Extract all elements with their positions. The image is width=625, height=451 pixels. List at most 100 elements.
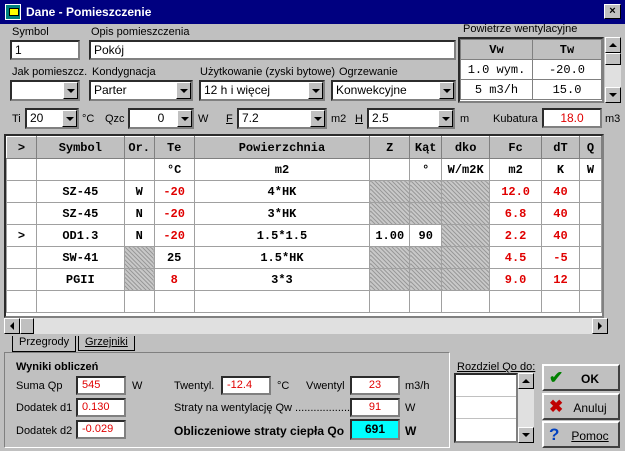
- vent-tw-1[interactable]: -20.0: [532, 59, 602, 80]
- vent-tw-2[interactable]: 15.0: [532, 79, 602, 100]
- uzyt-select[interactable]: 12 h i więcej: [199, 80, 325, 101]
- scroll-down-icon[interactable]: [518, 427, 534, 443]
- table-row[interactable]: PGII 8 3*3 9.0 12: [6, 268, 602, 291]
- row-marker: [6, 290, 37, 313]
- chevron-down-icon[interactable]: [438, 110, 453, 127]
- cell-te[interactable]: -20: [153, 180, 195, 203]
- unit-cell: m2: [489, 158, 543, 181]
- cell-dko[interactable]: [441, 290, 491, 313]
- vwent-unit: m3/h: [405, 380, 430, 392]
- chevron-down-icon[interactable]: [176, 82, 191, 99]
- col-dko[interactable]: dko: [441, 136, 491, 159]
- col-z[interactable]: Z: [369, 136, 411, 159]
- table-row[interactable]: [6, 290, 602, 313]
- col-kat[interactable]: Kąt: [409, 136, 443, 159]
- kond-select[interactable]: Parter: [89, 80, 193, 101]
- cell-pow[interactable]: 3*3: [193, 268, 371, 291]
- col-fc[interactable]: Fc: [489, 136, 543, 159]
- tab-grzejniki[interactable]: Grzejniki: [78, 336, 135, 351]
- cell-pow[interactable]: 4*HK: [193, 180, 371, 203]
- cell-z[interactable]: 1.00: [369, 224, 411, 247]
- cell-or[interactable]: N: [123, 202, 155, 225]
- chevron-down-icon[interactable]: [177, 110, 192, 127]
- cell-z[interactable]: [369, 290, 411, 313]
- cell-or[interactable]: N: [123, 224, 155, 247]
- vent-vw-2[interactable]: 5 m3/h: [460, 79, 533, 100]
- cell-symbol[interactable]: SW-41: [35, 246, 125, 269]
- list-item[interactable]: [456, 397, 516, 419]
- window-title: Dane - Pomieszczenie: [26, 5, 152, 19]
- jak-select[interactable]: [10, 80, 80, 101]
- scroll-right-icon[interactable]: [592, 318, 608, 334]
- cell-symbol[interactable]: SZ-45: [35, 202, 125, 225]
- chevron-down-icon[interactable]: [62, 110, 77, 127]
- table-row[interactable]: SZ-45 W -20 4*HK 12.0 40: [6, 180, 602, 203]
- col-pow[interactable]: Powierzchnia: [193, 136, 371, 159]
- cell-symbol[interactable]: PGII: [35, 268, 125, 291]
- cell-kat[interactable]: [409, 290, 443, 313]
- chevron-down-icon[interactable]: [310, 110, 325, 127]
- vent-scroll-thumb[interactable]: [605, 53, 621, 65]
- scroll-left-icon[interactable]: [4, 318, 20, 334]
- vent-vw-1[interactable]: 1.0 wym.: [460, 59, 533, 80]
- suma-label: Suma Qp: [16, 380, 63, 392]
- scroll-up-icon[interactable]: [518, 373, 534, 389]
- col-te[interactable]: Te: [153, 136, 195, 159]
- table-row[interactable]: > OD1.3 N -20 1.5*1.5 1.00 90 2.2 40: [6, 224, 602, 247]
- partitions-grid[interactable]: > Symbol Or. Te Powierzchnia Z Kąt dko F…: [4, 134, 604, 318]
- h-select[interactable]: 2.5: [367, 108, 455, 129]
- suma-unit: W: [132, 380, 143, 392]
- list-item[interactable]: [456, 375, 516, 397]
- rozdziel-list[interactable]: [454, 373, 518, 443]
- table-row[interactable]: SZ-45 N -20 3*HK 6.8 40: [6, 202, 602, 225]
- col-dt[interactable]: dT: [541, 136, 580, 159]
- col-q[interactable]: Q: [578, 136, 602, 159]
- table-row[interactable]: SW-41 25 1.5*HK 4.5 -5: [6, 246, 602, 269]
- rozdziel-scrollbar[interactable]: [518, 373, 534, 443]
- cell-symbol[interactable]: [35, 290, 125, 313]
- cell-symbol[interactable]: SZ-45: [35, 180, 125, 203]
- chevron-down-icon[interactable]: [439, 82, 454, 99]
- cell-te[interactable]: 8: [153, 268, 195, 291]
- vent-scroll-up[interactable]: [605, 37, 621, 53]
- vent-scroll-down[interactable]: [605, 87, 621, 103]
- tab-przegrody[interactable]: Przegrody: [12, 336, 77, 352]
- help-button[interactable]: ? Pomoc: [542, 421, 620, 448]
- cell-symbol[interactable]: OD1.3: [35, 224, 125, 247]
- col-or[interactable]: Or.: [123, 136, 155, 159]
- chevron-down-icon[interactable]: [63, 82, 78, 99]
- cell-te[interactable]: -20: [153, 224, 195, 247]
- ogrz-select[interactable]: Konwekcyjne: [331, 80, 456, 101]
- twent-label: Twentyl.: [174, 380, 215, 392]
- cell-pow[interactable]: 3*HK: [193, 202, 371, 225]
- cell-kat[interactable]: 90: [409, 224, 443, 247]
- cell-te[interactable]: -20: [153, 202, 195, 225]
- cell-pow[interactable]: 1.5*1.5: [193, 224, 371, 247]
- cell-pow[interactable]: 1.5*HK: [193, 246, 371, 269]
- opis-input[interactable]: Pokój: [89, 40, 456, 60]
- cancel-button[interactable]: ✖ Anuluj: [542, 393, 620, 420]
- cell-dko: [441, 268, 491, 291]
- kub-unit: m3: [605, 113, 621, 125]
- ti-select[interactable]: 20: [25, 108, 79, 129]
- ok-button[interactable]: ✔ OK: [542, 364, 620, 391]
- unit-cell: [369, 158, 411, 181]
- cell-or: [123, 246, 155, 269]
- cell-or[interactable]: [123, 290, 155, 313]
- cell-te[interactable]: 25: [153, 246, 195, 269]
- close-button[interactable]: ×: [604, 4, 621, 19]
- chevron-down-icon[interactable]: [308, 82, 323, 99]
- grid-scroll-thumb[interactable]: [20, 318, 34, 334]
- vent-scrollbar[interactable]: [605, 37, 621, 103]
- cell-pow[interactable]: [193, 290, 371, 313]
- qzc-select[interactable]: 0: [128, 108, 194, 129]
- col-marker[interactable]: >: [6, 136, 37, 159]
- cell-or[interactable]: W: [123, 180, 155, 203]
- vwent-label: Vwentyl: [306, 380, 345, 392]
- symbol-input[interactable]: 1: [10, 40, 80, 60]
- f-select[interactable]: 7.2: [237, 108, 327, 129]
- col-symbol[interactable]: Symbol: [35, 136, 125, 159]
- ti-value: 20: [30, 111, 44, 125]
- cell-te[interactable]: [153, 290, 195, 313]
- grid-hscrollbar[interactable]: [4, 318, 608, 334]
